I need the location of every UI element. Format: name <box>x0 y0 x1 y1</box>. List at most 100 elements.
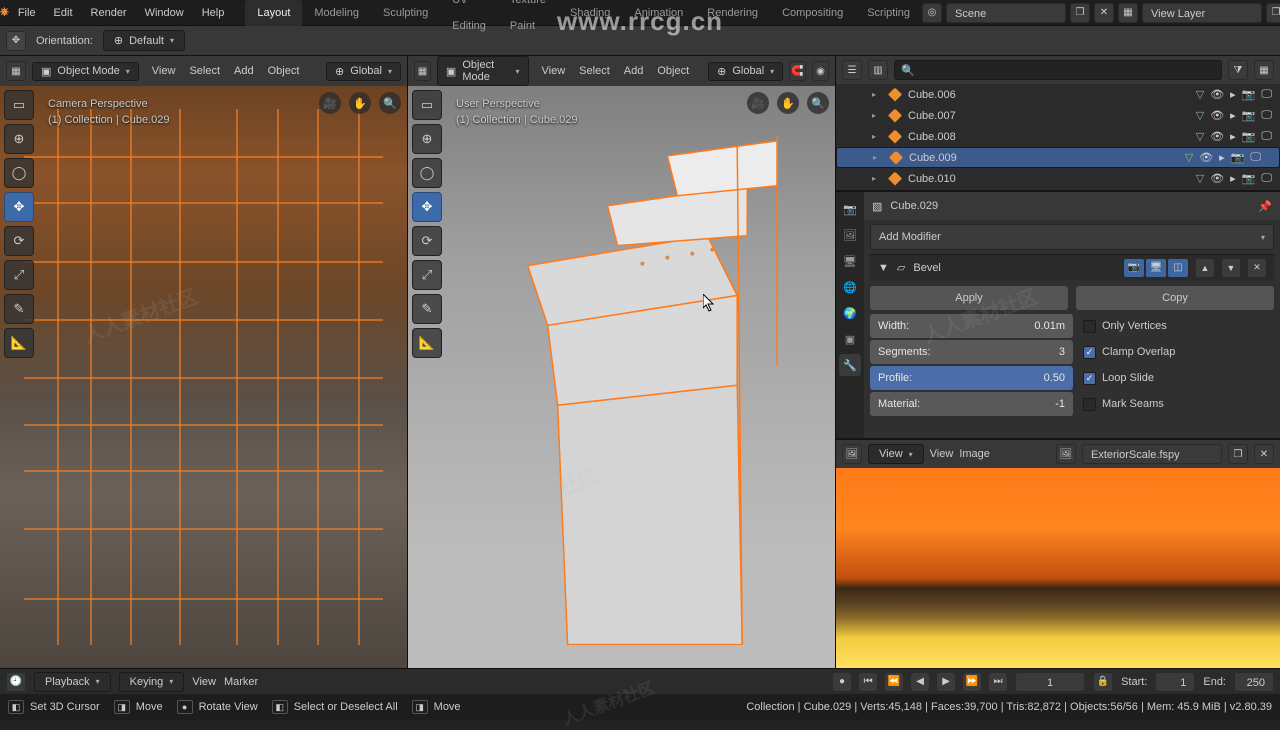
proportional-icon[interactable]: ◉ <box>812 61 829 81</box>
start-frame-field[interactable]: 1 <box>1155 672 1195 692</box>
mod-move-up[interactable]: ▲ <box>1196 259 1214 277</box>
scene-browse-icon[interactable]: ◎ <box>922 3 942 23</box>
mod-viewport-toggle[interactable]: 🖥 <box>1146 259 1166 277</box>
expand-icon[interactable]: ▸ <box>872 90 882 99</box>
checkbox[interactable] <box>1083 320 1096 333</box>
scene-new-icon[interactable]: ❐ <box>1070 3 1090 23</box>
visibility-icon[interactable]: 👁 <box>1210 109 1224 122</box>
modifier-name[interactable]: Bevel <box>913 262 941 274</box>
tab-texture[interactable]: Texture Paint <box>498 0 558 39</box>
menu-render[interactable]: Render <box>82 0 136 26</box>
selectable-icon[interactable]: ▸ <box>1230 130 1236 143</box>
vp-menu-object[interactable]: Object <box>650 65 696 77</box>
jump-end-icon[interactable]: ⏭ <box>989 673 1007 691</box>
expand-icon[interactable]: ▸ <box>872 132 882 141</box>
imgedit-menu-view[interactable]: View <box>930 448 954 460</box>
render-icon[interactable]: 📷 <box>1231 151 1245 164</box>
outliner-search[interactable]: 🔍 <box>894 60 1222 80</box>
mod-editmode-toggle[interactable]: ◫ <box>1168 259 1188 277</box>
image-new-icon[interactable]: ❐ <box>1228 444 1248 464</box>
tool-measure[interactable]: 📐 <box>4 328 34 358</box>
tool-rotate[interactable]: ⟳ <box>412 226 442 256</box>
view-layer-field[interactable]: View Layer <box>1142 3 1262 23</box>
end-frame-field[interactable]: 250 <box>1234 672 1274 692</box>
filter-icon[interactable]: ⧩ <box>1228 60 1248 80</box>
expand-icon[interactable]: ▸ <box>872 174 882 183</box>
param-field[interactable]: Segments: 3 <box>870 340 1073 364</box>
tool-annotate[interactable]: ✎ <box>4 294 34 324</box>
prop-tab-world[interactable]: 🌍 <box>839 302 861 324</box>
layer-browse-icon[interactable]: ▦ <box>1118 3 1138 23</box>
menu-window[interactable]: Window <box>136 0 193 26</box>
visibility-icon[interactable]: 👁 <box>1199 151 1213 164</box>
expand-icon[interactable]: ▸ <box>872 111 882 120</box>
outliner-row[interactable]: ▸ Cube.008 ▽ 👁 ▸ 📷 🖵 <box>836 126 1280 147</box>
vp-menu-view[interactable]: View <box>535 65 573 77</box>
tool-move[interactable]: ✥ <box>412 192 442 222</box>
render-icon[interactable]: 📷 <box>1242 172 1256 185</box>
image-unlink-icon[interactable]: ✕ <box>1254 444 1274 464</box>
pin-icon[interactable]: 📌 <box>1258 200 1272 213</box>
mod-move-down[interactable]: ▼ <box>1222 259 1240 277</box>
checkbox[interactable]: ✓ <box>1083 346 1096 359</box>
imgedit-mode[interactable]: View ▾ <box>868 444 924 464</box>
viewport-camera[interactable]: ▭ ⊕ ◯ ✥ ⟳ ⤢ ✎ 📐 🎥 ✋ 🔍 Camera Perspective… <box>0 86 407 668</box>
mesh-data-icon[interactable]: ▽ <box>1185 151 1193 164</box>
tool-scale[interactable]: ⤢ <box>4 260 34 290</box>
render-icon[interactable]: 📷 <box>1242 88 1256 101</box>
tab-compositing[interactable]: Compositing <box>770 0 855 26</box>
mesh-data-icon[interactable]: ▽ <box>1196 130 1204 143</box>
current-frame-field[interactable]: 1 <box>1015 672 1085 692</box>
disable-icon[interactable]: 🖵 <box>1250 151 1261 164</box>
expand-icon[interactable]: ▸ <box>873 153 883 162</box>
tab-layout[interactable]: Layout <box>245 0 302 26</box>
menu-edit[interactable]: Edit <box>45 0 82 26</box>
scene-delete-icon[interactable]: ✕ <box>1094 3 1114 23</box>
editor-type-image-icon[interactable]: 🖼 <box>842 444 862 464</box>
pan-icon[interactable]: ✋ <box>777 92 799 114</box>
prop-tab-output[interactable]: 🖼 <box>839 224 861 246</box>
layer-new-icon[interactable]: ❐ <box>1266 3 1280 23</box>
visibility-icon[interactable]: 👁 <box>1210 130 1224 143</box>
jump-start-icon[interactable]: ⏮ <box>859 673 877 691</box>
tool-scale[interactable]: ⤢ <box>412 260 442 290</box>
param-field[interactable]: Material: -1 <box>870 392 1073 416</box>
render-icon[interactable]: 📷 <box>1242 130 1256 143</box>
playback-menu[interactable]: Playback▾ <box>34 672 111 692</box>
menu-file[interactable]: File <box>9 0 45 26</box>
selectable-icon[interactable]: ▸ <box>1230 109 1236 122</box>
image-name-field[interactable]: ExteriorScale.fspy <box>1082 444 1222 464</box>
viewport-user[interactable]: ▭ ⊕ ◯ ✥ ⟳ ⤢ ✎ 📐 🎥 ✋ 🔍 User Pers <box>408 86 835 668</box>
visibility-icon[interactable]: 👁 <box>1210 88 1224 101</box>
visibility-icon[interactable]: 👁 <box>1210 172 1224 185</box>
selectable-icon[interactable]: ▸ <box>1219 151 1225 164</box>
prop-tab-modifiers[interactable]: 🔧 <box>839 354 861 376</box>
add-modifier-dropdown[interactable]: Add Modifier ▾ <box>870 224 1274 250</box>
search-input[interactable] <box>921 64 1215 76</box>
frame-lock-icon[interactable]: 🔒 <box>1093 672 1113 692</box>
autokey-icon[interactable]: ● <box>833 673 851 691</box>
tool-annotate[interactable]: ✎ <box>412 294 442 324</box>
editor-type-icon[interactable]: ▦ <box>6 61 26 81</box>
mod-render-toggle[interactable]: 📷 <box>1124 259 1144 277</box>
mode-dropdown-left[interactable]: ▣ Object Mode ▾ <box>32 62 139 81</box>
checkbox[interactable] <box>1083 398 1096 411</box>
orientation-left[interactable]: ⊕ Global ▾ <box>326 62 401 81</box>
disable-icon[interactable]: 🖵 <box>1261 109 1272 122</box>
display-mode-icon[interactable]: ▥ <box>868 60 888 80</box>
tab-sculpting[interactable]: Sculpting <box>371 0 440 26</box>
prop-tab-object[interactable]: ▣ <box>839 328 861 350</box>
outliner-row[interactable]: ▸ Cube.010 ▽ 👁 ▸ 📷 🖵 <box>836 168 1280 189</box>
vp-menu-select[interactable]: Select <box>572 65 617 77</box>
play-rev-icon[interactable]: ◀ <box>911 673 929 691</box>
prop-tab-scene[interactable]: 🌐 <box>839 276 861 298</box>
orientation-dropdown[interactable]: ⊕ Default ▾ <box>103 30 185 51</box>
scene-name-field[interactable]: Scene <box>946 3 1066 23</box>
new-collection-icon[interactable]: ▦ <box>1254 60 1274 80</box>
tab-scripting[interactable]: Scripting <box>855 0 922 26</box>
mod-close[interactable]: ✕ <box>1248 259 1266 277</box>
zoom-icon[interactable]: 🔍 <box>807 92 829 114</box>
tool-move[interactable]: ✥ <box>4 192 34 222</box>
tool-select[interactable]: ▭ <box>4 90 34 120</box>
outliner-row[interactable]: ▸ Cube.007 ▽ 👁 ▸ 📷 🖵 <box>836 105 1280 126</box>
